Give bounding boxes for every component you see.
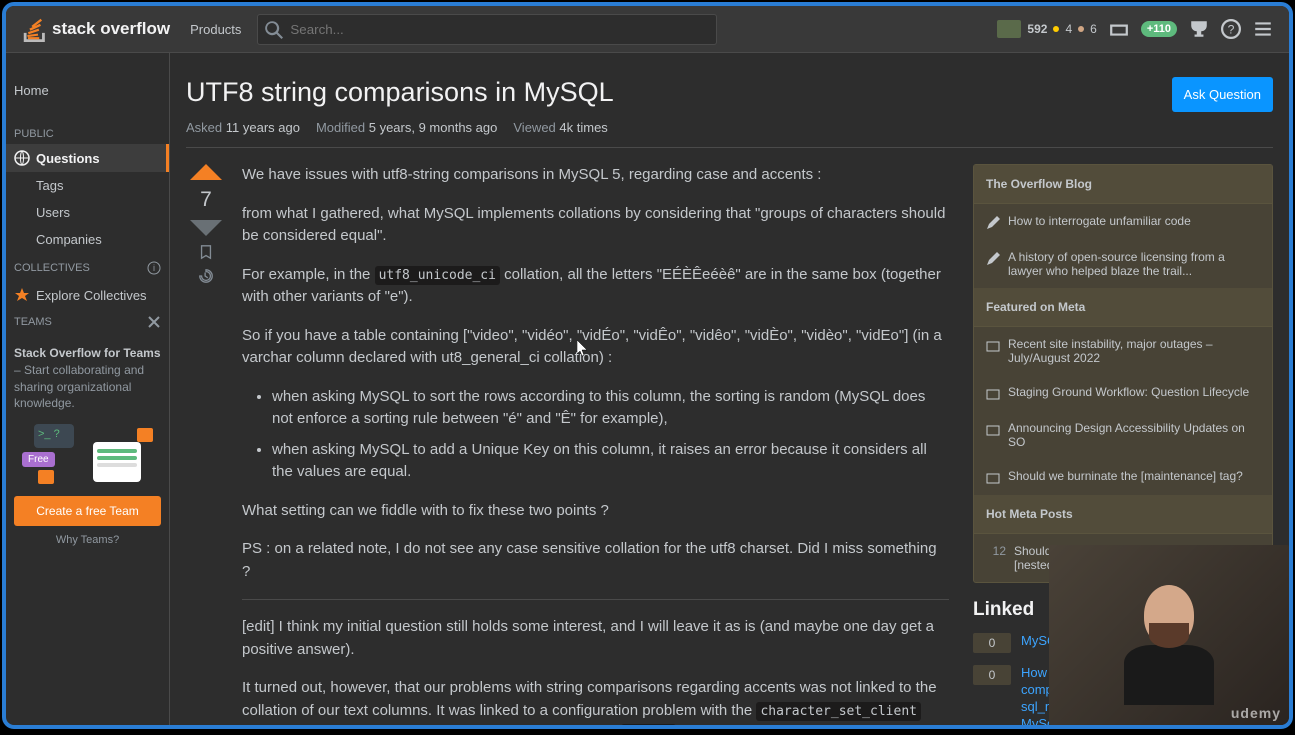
blog-link[interactable]: How to interrogate unfamiliar code [974,204,1272,240]
achievements-icon[interactable] [1189,19,1209,39]
hot-meta-header: Hot Meta Posts [974,495,1272,534]
meta-icon [986,423,1000,437]
stackoverflow-icon [22,16,48,42]
meta-link[interactable]: Recent site instability, major outages –… [974,327,1272,375]
history-icon[interactable] [198,268,214,284]
nav-questions[interactable]: Questions [6,144,169,172]
upvote-button[interactable] [190,164,222,180]
topbar: stack overflow Products 592 4 6 +110 ? [6,6,1289,53]
downvote-button[interactable] [190,220,222,236]
search-input[interactable] [257,14,717,45]
nav-home[interactable]: Home [6,77,169,104]
overflow-blog-header: The Overflow Blog [974,165,1272,204]
user-rep-block[interactable]: 592 4 6 [997,20,1096,38]
bookmark-icon[interactable] [198,244,214,260]
meta-link[interactable]: Staging Ground Workflow: Question Lifecy… [974,375,1272,411]
nav-users[interactable]: Users [6,199,169,226]
udemy-watermark: udemy [1231,705,1281,721]
meta-link[interactable]: Should we burninate the [maintenance] ta… [974,459,1272,495]
gold-badge-icon [1053,26,1059,32]
close-icon[interactable] [147,315,161,329]
bronze-badge-icon [1078,26,1084,32]
products-link[interactable]: Products [190,22,241,37]
inbox-icon[interactable] [1109,19,1129,39]
chat-bubble-icon [38,470,54,484]
left-sidebar: Home PUBLIC Questions Tags Users Compani… [6,53,170,725]
why-teams-link[interactable]: Why Teams? [6,534,169,546]
nav-tags[interactable]: Tags [6,172,169,199]
nav-teams-header: TEAMS [14,316,52,328]
nav-collectives-header: COLLECTIVES [14,262,90,274]
star-icon [14,287,30,303]
nav-companies[interactable]: Companies [6,226,169,253]
meta-icon [986,339,1000,353]
globe-icon [14,150,30,166]
overflow-blog-box: The Overflow Blog How to interrogate unf… [973,164,1273,583]
chat-bubble-icon [137,428,153,442]
meta-link[interactable]: Announcing Design Accessibility Updates … [974,411,1272,459]
meta-icon [986,387,1000,401]
reputation: 592 [1027,22,1047,36]
free-badge: Free [22,452,55,467]
svg-text:i: i [153,263,155,273]
stackoverflow-logo[interactable]: stack overflow [22,16,170,42]
blog-link[interactable]: A history of open-source licensing from … [974,240,1272,288]
svg-text:?: ? [1228,22,1235,36]
teams-illustration: >_ ? Free [14,424,161,484]
menu-icon[interactable] [1253,19,1273,39]
meta-icon [986,471,1000,485]
logo-text: stack overflow [52,19,170,39]
question-stats: Asked 11 years ago Modified 5 years, 9 m… [186,120,1273,148]
help-icon[interactable]: ? [1221,19,1241,39]
teams-promo: Stack Overflow for Teams – Start collabo… [14,345,161,412]
question-title: UTF8 string comparisons in MySQL [186,77,614,108]
presenter-figure [1124,575,1214,695]
ask-question-button[interactable]: Ask Question [1172,77,1273,112]
rep-change-badge[interactable]: +110 [1141,21,1177,37]
pencil-icon [986,216,1000,230]
info-icon[interactable]: i [147,261,161,275]
nav-public-header: PUBLIC [6,120,169,144]
vote-count: 7 [200,188,212,212]
nav-explore-collectives[interactable]: Explore Collectives [6,283,169,307]
vote-column: 7 [186,164,226,725]
search-icon [265,21,283,39]
create-team-button[interactable]: Create a free Team [14,496,161,526]
link-score: 0 [973,665,1011,685]
search-container [257,14,717,45]
link-score: 0 [973,633,1011,653]
question-body: We have issues with utf8-string comparis… [242,164,949,725]
webcam-overlay: udemy [1049,545,1289,725]
featured-meta-header: Featured on Meta [974,288,1272,327]
user-avatar-icon [997,20,1021,38]
topbar-right: 592 4 6 +110 ? [997,19,1273,39]
pencil-icon [986,252,1000,266]
